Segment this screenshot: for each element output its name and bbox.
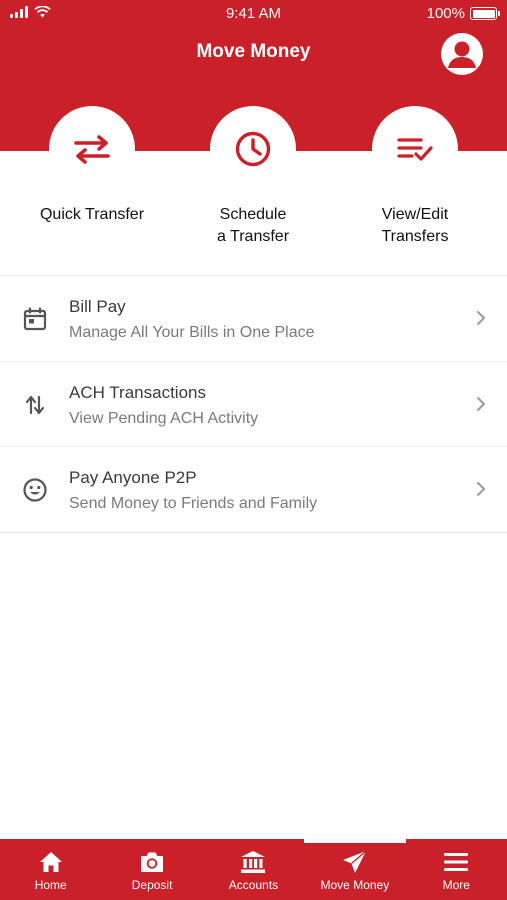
view-edit-transfers-label: View/Edit Transfers: [381, 206, 449, 245]
tab-label: Home: [34, 878, 67, 892]
bank-icon: [241, 851, 266, 873]
menu-item-ach-transactions[interactable]: ACH Transactions View Pending ACH Activi…: [0, 362, 507, 447]
schedule-transfer-button[interactable]: Schedule a Transfer: [173, 106, 333, 248]
tab-label: More: [442, 878, 470, 892]
menu-item-bill-pay[interactable]: Bill Pay Manage All Your Bills in One Pl…: [0, 276, 507, 362]
schedule-transfer-circle[interactable]: [210, 106, 296, 192]
menu-item-title: ACH Transactions: [69, 382, 206, 402]
menu-item-subtitle: Send Money to Friends and Family: [69, 495, 318, 512]
chevron-right-icon: [477, 396, 485, 411]
schedule-transfer-label: Schedule a Transfer: [216, 206, 290, 245]
view-edit-transfers-circle[interactable]: [372, 106, 458, 192]
status-right: 100%: [426, 5, 500, 22]
paper-plane-icon: [342, 850, 367, 873]
list-check-icon: [397, 138, 433, 161]
tab-label: Deposit: [131, 878, 173, 892]
tab-accounts[interactable]: Accounts: [203, 839, 304, 900]
menu-item-subtitle: View Pending ACH Activity: [69, 409, 259, 427]
chevron-right-icon: [477, 482, 485, 496]
menu-item-subtitle: Manage All Your Bills in One Place: [69, 324, 315, 341]
quick-transfer-circle[interactable]: [49, 106, 135, 192]
menu-item-title: Pay Anyone P2P: [69, 468, 197, 487]
menu-item-pay-anyone-p2p[interactable]: Pay Anyone P2P Send Money to Friends and…: [0, 447, 507, 533]
smiley-icon: [23, 478, 47, 502]
swap-arrows-icon: [74, 135, 110, 164]
clock-icon: [235, 131, 271, 167]
camera-icon: [141, 852, 164, 872]
tab-more[interactable]: More: [406, 839, 507, 900]
quick-transfer-button[interactable]: Quick Transfer: [12, 106, 172, 226]
battery-icon: [470, 7, 500, 20]
status-bar: 9:41 AM 100%: [0, 0, 507, 28]
bottom-tab-bar: Home Deposit Accounts Move Money More: [0, 839, 507, 900]
move-money-menu: Bill Pay Manage All Your Bills in One Pl…: [0, 276, 507, 533]
home-icon: [39, 852, 62, 872]
calendar-icon: [23, 307, 47, 331]
up-down-arrows-icon: [25, 395, 45, 414]
active-tab-indicator: [304, 839, 406, 843]
quick-actions: Quick Transfer Schedule a Transfer View/…: [0, 106, 507, 276]
menu-icon: [444, 853, 469, 871]
view-edit-transfers-button[interactable]: View/Edit Transfers: [335, 106, 495, 248]
page-title: Move Money: [196, 41, 311, 62]
chevron-right-icon: [477, 311, 485, 325]
tab-label: Accounts: [228, 878, 279, 892]
user-avatar-icon: [448, 41, 476, 68]
tab-label: Move Money: [320, 878, 390, 892]
menu-item-title: Bill Pay: [69, 297, 126, 316]
tab-deposit[interactable]: Deposit: [101, 839, 202, 900]
profile-button[interactable]: [441, 33, 483, 75]
battery-percent: 100%: [426, 5, 465, 22]
tab-move-money[interactable]: Move Money: [304, 839, 406, 900]
quick-transfer-label: Quick Transfer: [39, 206, 145, 223]
tab-home[interactable]: Home: [0, 839, 101, 900]
